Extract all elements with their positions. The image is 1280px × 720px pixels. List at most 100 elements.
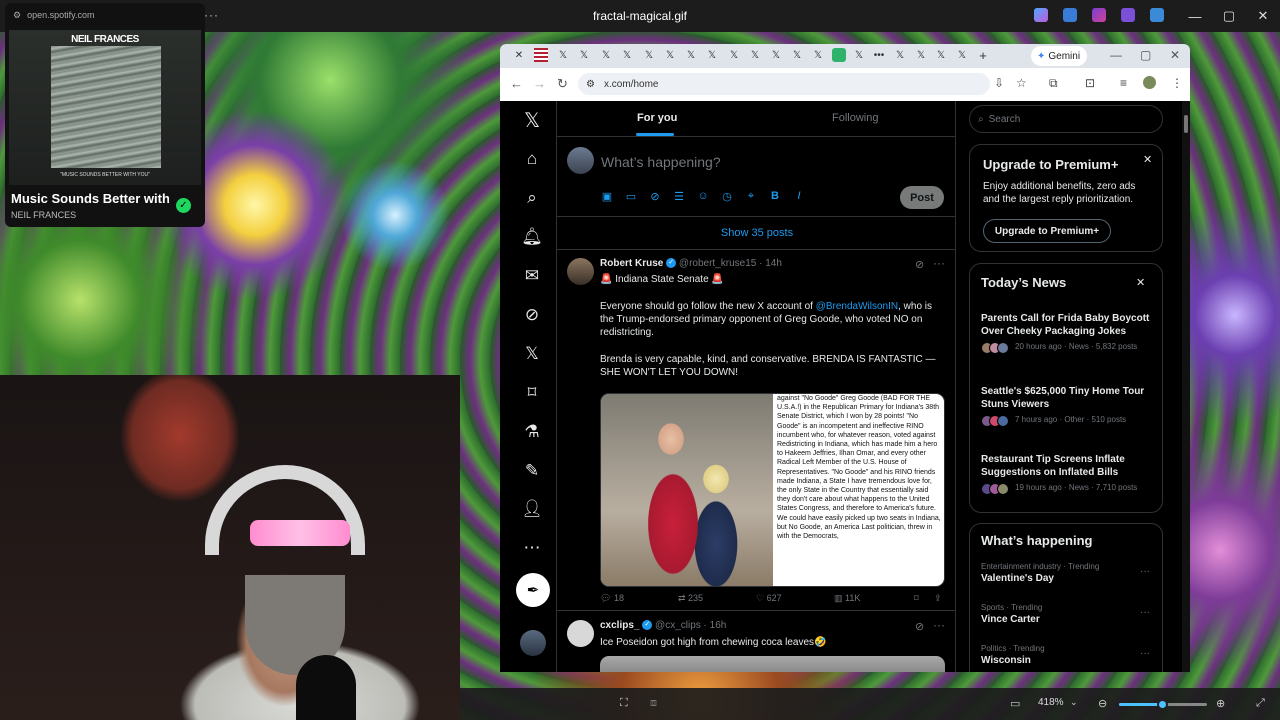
saved-check-icon[interactable]: ✓: [176, 198, 191, 213]
tab-x-icon[interactable]: 𝕏: [599, 48, 613, 62]
media-icon[interactable]: ▣: [601, 190, 613, 203]
trend-more-icon[interactable]: ···: [1140, 566, 1150, 577]
tweet-time[interactable]: · 14h: [759, 258, 782, 269]
tab-x-icon[interactable]: 𝕏: [748, 48, 762, 62]
tab-for-you[interactable]: For you: [637, 112, 677, 124]
page-scrollbar[interactable]: [1182, 101, 1190, 672]
tweet[interactable]: cxclips_ ✓ @cx_clips · 16h ⊘ ··· Ice Pos…: [557, 612, 955, 672]
tweet-photo[interactable]: [601, 394, 773, 586]
news-item[interactable]: Seattle's $625,000 Tiny Home Tour Stuns …: [981, 385, 1157, 427]
tab-more-icon[interactable]: •••: [872, 48, 886, 62]
trend-item[interactable]: Sports · Trending Vince Carter ···: [981, 603, 1161, 625]
back-icon[interactable]: ←: [510, 76, 523, 91]
browser-close-icon[interactable]: ✕: [1170, 48, 1180, 62]
zoom-slider[interactable]: [1119, 699, 1207, 710]
like-button[interactable]: ♡ 627: [756, 593, 782, 604]
minimize-button[interactable]: —: [1178, 0, 1212, 32]
gemini-button[interactable]: ✦ Gemini: [1031, 46, 1087, 66]
tab-x-icon[interactable]: 𝕏: [934, 48, 948, 62]
tab-x-icon[interactable]: 𝕏: [642, 48, 656, 62]
zoom-slider-knob[interactable]: [1157, 699, 1168, 710]
paint-icon[interactable]: [1092, 8, 1106, 22]
tab-flag-icon[interactable]: [534, 48, 548, 62]
reply-button[interactable]: 💬︎ 18: [600, 593, 624, 604]
x-logo-icon[interactable]: 𝕏: [521, 109, 543, 132]
italic-icon[interactable]: I: [793, 190, 805, 203]
media-icon[interactable]: ≡: [1120, 76, 1127, 90]
articles-icon[interactable]: ✎: [521, 460, 543, 482]
emoji-icon[interactable]: ☺: [697, 190, 709, 203]
repost-button[interactable]: ⇄ 235: [678, 593, 703, 604]
tweet-author-name[interactable]: Robert Kruse: [600, 258, 663, 269]
close-icon[interactable]: ✕: [1143, 153, 1152, 166]
spotify-miniplayer[interactable]: ⚙ open.spotify.com NEIL FRANCES "MUSIC S…: [5, 3, 205, 227]
tab-x-icon[interactable]: 𝕏: [852, 48, 866, 62]
tab-x-icon[interactable]: 𝕏: [663, 48, 677, 62]
x-premium-icon[interactable]: 𝕏: [521, 343, 543, 365]
maximize-button[interactable]: ▢: [1212, 0, 1246, 32]
mention-link[interactable]: @BrendaWilsonIN: [816, 301, 898, 312]
install-app-icon[interactable]: ⇩: [994, 76, 1004, 90]
new-tab-button[interactable]: +: [976, 48, 990, 63]
tab-x-icon[interactable]: 𝕏: [727, 48, 741, 62]
tab-x-icon[interactable]: 𝕏: [556, 48, 570, 62]
ai-app-icon[interactable]: [1063, 8, 1077, 22]
scrollbar-thumb[interactable]: [1184, 115, 1188, 133]
grok-icon[interactable]: ⊘: [521, 304, 543, 326]
reading-mode-icon[interactable]: ⊡: [1085, 76, 1095, 90]
viewer-menu-button[interactable]: ···: [204, 8, 219, 22]
site-settings-icon[interactable]: ⚙: [13, 10, 21, 21]
compose-input[interactable]: What’s happening?: [601, 154, 721, 170]
tab-x-icon[interactable]: 𝕏: [893, 48, 907, 62]
trend-item[interactable]: Entertainment industry · Trending Valent…: [981, 562, 1161, 584]
location-icon[interactable]: ⌖: [745, 190, 757, 203]
close-tab-icon[interactable]: ✕: [512, 48, 526, 62]
tweet[interactable]: Robert Kruse ✓ @robert_kruse15 · 14h ⊘ ·…: [557, 250, 955, 611]
zoom-level[interactable]: 418%: [1038, 697, 1064, 708]
tweet-author-name[interactable]: cxclips_: [600, 620, 639, 631]
tweet-author-avatar[interactable]: [567, 620, 594, 647]
trend-more-icon[interactable]: ···: [1140, 607, 1150, 618]
tweet-author-handle[interactable]: @cx_clips: [655, 620, 701, 631]
tab-x-icon[interactable]: 𝕏: [684, 48, 698, 62]
url-input[interactable]: ⚙ x.com/home: [578, 73, 990, 95]
close-button[interactable]: ✕: [1246, 0, 1280, 32]
news-item[interactable]: Restaurant Tip Screens Inflate Suggestio…: [981, 453, 1157, 495]
fit-screen-icon[interactable]: ⛶: [620, 697, 628, 710]
grok-explain-icon[interactable]: ⊘: [915, 258, 924, 271]
tab-x-icon[interactable]: 𝕏: [790, 48, 804, 62]
tweet-author-handle[interactable]: @robert_kruse15: [679, 258, 756, 269]
browser-minimize-icon[interactable]: —: [1110, 48, 1122, 62]
tab-x-icon[interactable]: 𝕏: [811, 48, 825, 62]
tab-x-icon[interactable]: 𝕏: [577, 48, 591, 62]
crop-icon[interactable]: ⧈: [650, 697, 657, 710]
close-icon[interactable]: ✕: [1136, 276, 1145, 289]
tweet-media[interactable]: against "No Goode" Greg Goode (BAD FOR T…: [600, 393, 945, 587]
copilot-icon[interactable]: [1034, 8, 1048, 22]
trend-more-icon[interactable]: ···: [1140, 648, 1150, 659]
news-item[interactable]: Parents Call for Frida Baby Boycott Over…: [981, 312, 1157, 354]
notifications-bell-icon[interactable]: 🔔︎: [521, 226, 543, 248]
profile-avatar-icon[interactable]: [1143, 76, 1156, 89]
bookmarks-icon[interactable]: ⌑: [521, 382, 543, 404]
tweet-author-avatar[interactable]: [567, 258, 594, 285]
tweet-more-icon[interactable]: ···: [933, 256, 945, 270]
reload-icon[interactable]: ↻: [557, 76, 568, 92]
tab-x-icon[interactable]: 𝕏: [620, 48, 634, 62]
compose-post-button[interactable]: ✒: [516, 573, 550, 607]
aspect-icon[interactable]: ▭: [1010, 697, 1020, 710]
fullscreen-icon[interactable]: ⤢: [1256, 697, 1265, 710]
tab-x-icon[interactable]: 𝕏: [955, 48, 969, 62]
tab-app-icon[interactable]: [832, 48, 846, 62]
explore-search-icon[interactable]: ⌕: [521, 187, 543, 209]
post-button[interactable]: Post: [900, 186, 944, 209]
share-icon[interactable]: ⇪: [934, 593, 942, 604]
tweet-more-icon[interactable]: ···: [933, 618, 945, 632]
bold-icon[interactable]: B: [769, 190, 781, 203]
account-avatar[interactable]: [520, 630, 546, 656]
profile-icon[interactable]: 👤︎: [521, 498, 543, 520]
home-icon[interactable]: ⌂: [521, 148, 543, 170]
forward-icon[interactable]: →: [533, 76, 546, 91]
bookmark-icon[interactable]: ⌑: [914, 593, 919, 604]
zoom-out-icon[interactable]: ⊖: [1098, 697, 1107, 710]
